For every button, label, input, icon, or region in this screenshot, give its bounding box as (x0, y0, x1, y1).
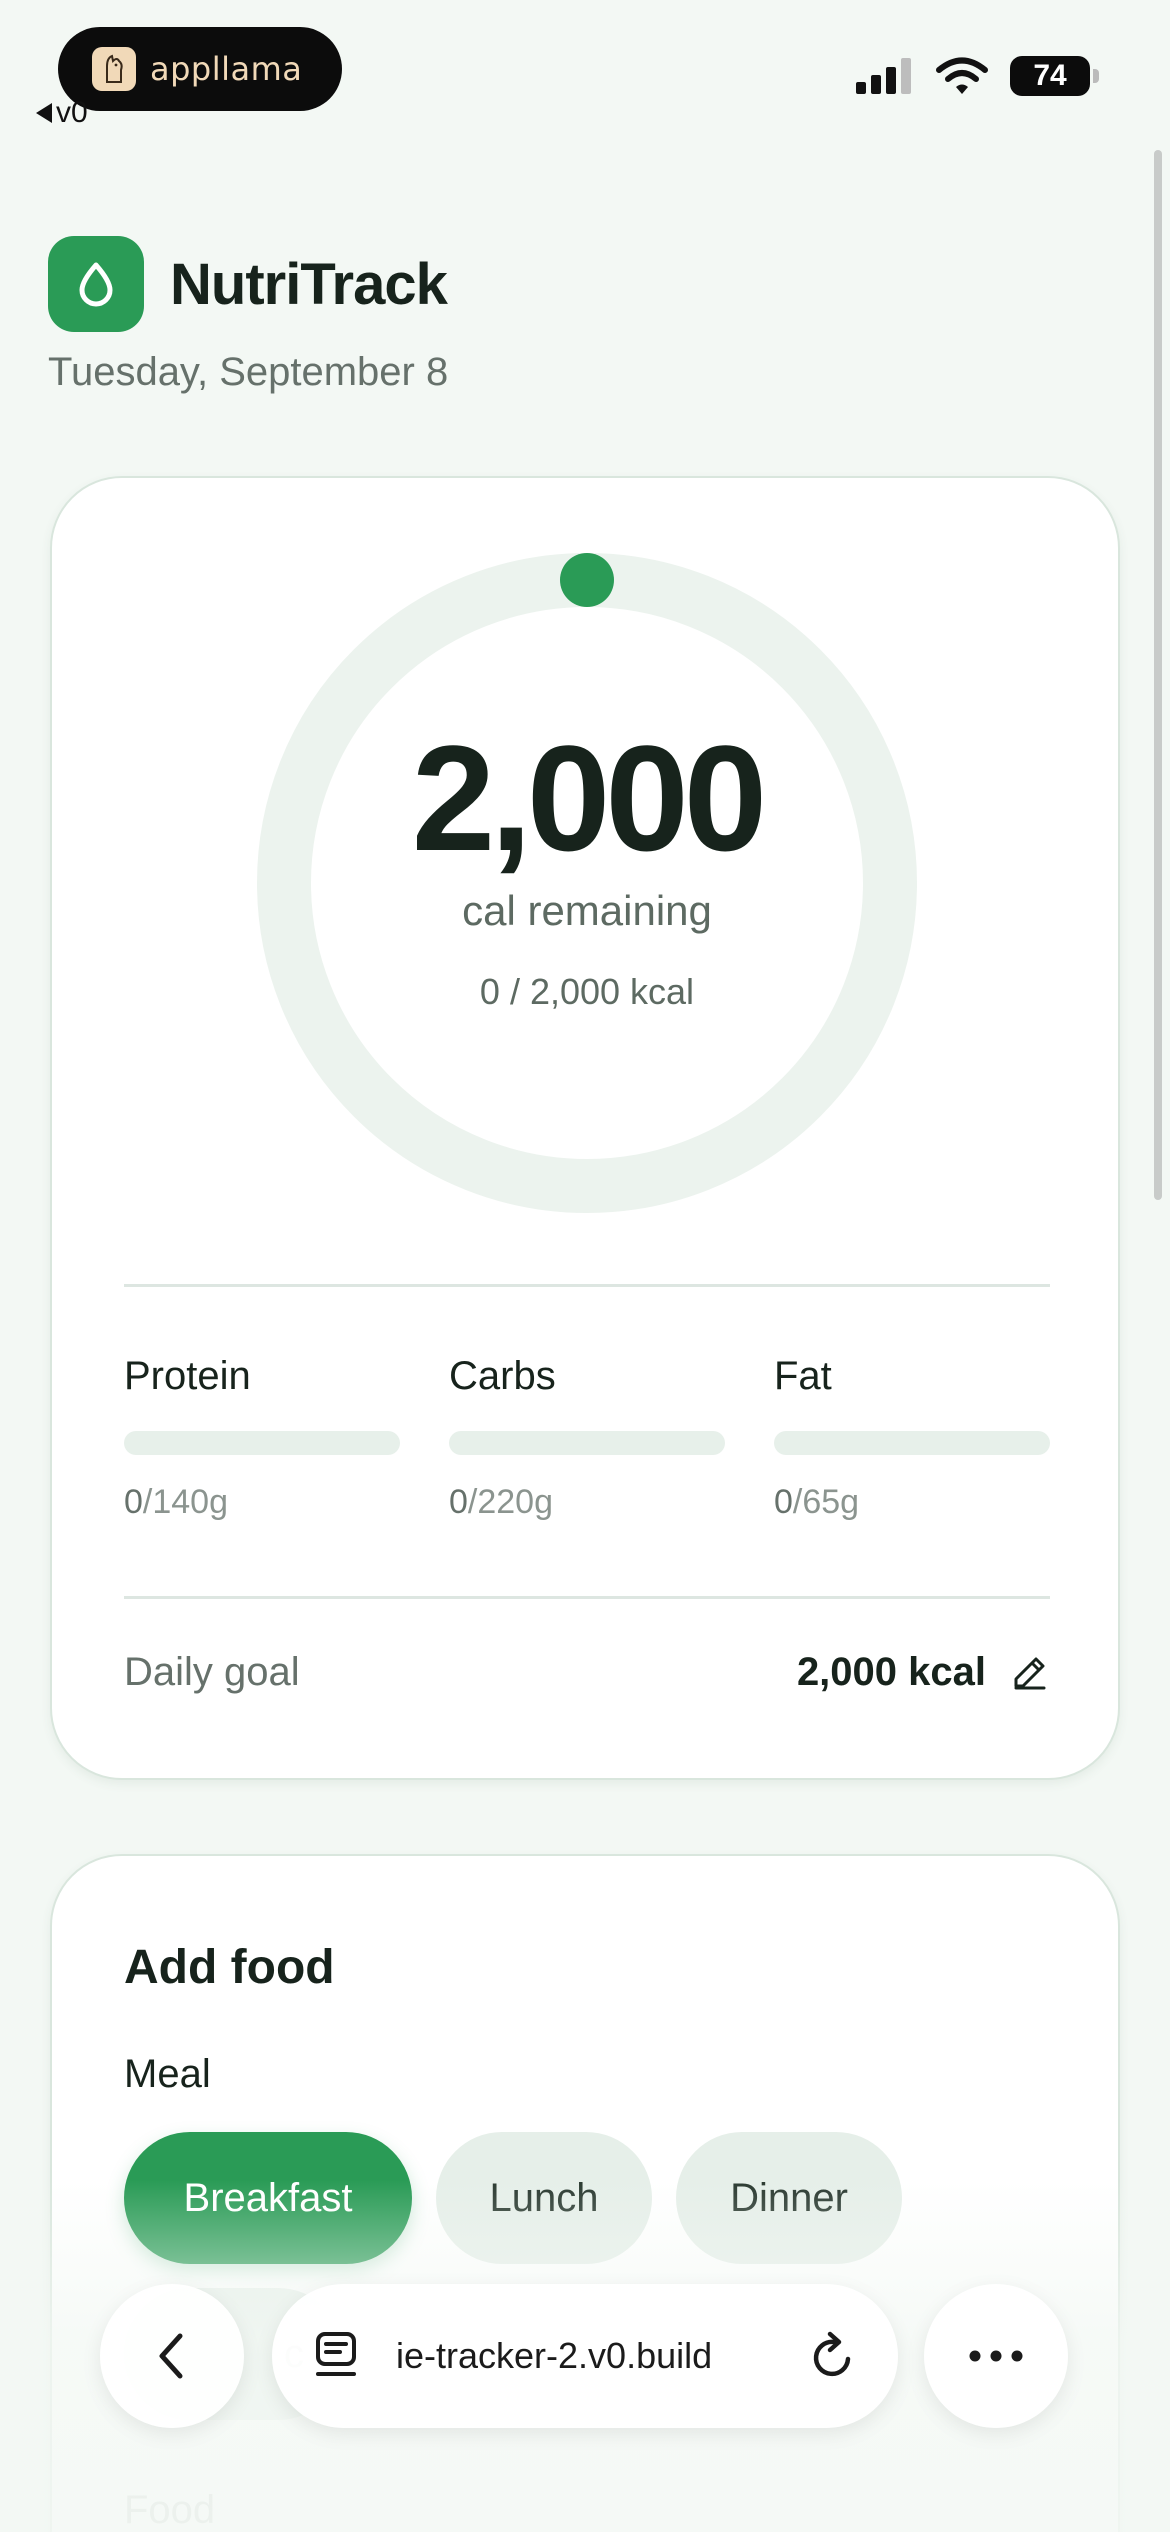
status-bar: appllama v0 74 (0, 0, 1170, 140)
calorie-ring: 2,000 cal remaining 0 / 2,000 kcal (256, 552, 918, 1214)
macro-target: /220g (467, 1483, 554, 1521)
reload-icon[interactable] (808, 2329, 858, 2383)
llama-icon (92, 47, 136, 91)
url-text: ie-tracker-2.v0.build (396, 2335, 713, 2376)
droplet-icon (48, 236, 144, 332)
ring-center: 2,000 cal remaining 0 / 2,000 kcal (256, 552, 918, 1214)
battery-indicator: 74 (1010, 56, 1099, 96)
macro-name: Fat (774, 1354, 832, 1398)
macro-name: Protein (124, 1354, 251, 1398)
back-to-v0-link[interactable]: v0 (36, 96, 88, 130)
divider (124, 1596, 1050, 1599)
meal-label: Meal (124, 2052, 211, 2096)
macro-name: Carbs (449, 1354, 556, 1398)
divider (124, 1284, 1050, 1287)
macro-target: /65g (792, 1483, 860, 1521)
macro-carbs: Carbs 0/220g (449, 1354, 725, 1522)
macro-amount: 0/220g (449, 1483, 725, 1522)
macro-amount: 0/140g (124, 1483, 400, 1522)
appllama-pill[interactable]: appllama (58, 27, 342, 111)
meal-chip-lunch[interactable]: Lunch (436, 2132, 652, 2264)
browser-more-button[interactable] (924, 2284, 1068, 2428)
macro-progress-bar (124, 1431, 400, 1455)
current-date: Tuesday, September 8 (48, 350, 449, 394)
cellular-signal-icon (856, 58, 911, 94)
calories-consumed-summary: 0 / 2,000 kcal (479, 971, 695, 1012)
page-title: NutriTrack (170, 251, 448, 317)
macro-progress-bar (774, 1431, 1050, 1455)
pencil-icon[interactable] (1008, 1652, 1050, 1694)
status-icons: 74 (856, 56, 1099, 96)
macro-fat: Fat 0/65g (774, 1354, 1050, 1522)
meal-chip-breakfast[interactable]: Breakfast (124, 2132, 412, 2264)
macro-current: 0 (449, 1483, 468, 1521)
browser-toolbar: ie-tracker-2.v0.build (0, 2284, 1170, 2432)
add-food-title: Add food (124, 1941, 335, 1994)
meal-selector: Breakfast Lunch Dinner (124, 2132, 902, 2264)
address-bar[interactable]: ie-tracker-2.v0.build (272, 2284, 898, 2428)
daily-goal-edit[interactable]: 2,000 kcal (797, 1650, 1050, 1695)
browser-back-button[interactable] (100, 2284, 244, 2428)
macro-target: /140g (142, 1483, 229, 1521)
macro-current: 0 (774, 1483, 793, 1521)
tabs-icon (316, 2332, 356, 2376)
back-triangle-icon (36, 103, 52, 123)
chevron-left-icon (159, 2333, 183, 2379)
macro-protein: Protein 0/140g (124, 1354, 400, 1522)
more-dots-icon (969, 2350, 1023, 2362)
food-label: Food (124, 2488, 216, 2532)
calories-remaining-value: 2,000 (411, 714, 767, 882)
macro-current: 0 (124, 1483, 143, 1521)
wifi-icon (936, 57, 988, 94)
page-scrollbar[interactable] (1154, 150, 1162, 1200)
macros-row: Protein 0/140g Carbs 0/220g Fat 0/65g (124, 1354, 1050, 1522)
daily-goal-label: Daily goal (124, 1650, 300, 1694)
macro-progress-bar (449, 1431, 725, 1455)
calorie-summary-card: 2,000 cal remaining 0 / 2,000 kcal Prote… (50, 476, 1120, 1780)
back-label: v0 (56, 96, 88, 129)
appllama-label: appllama (150, 50, 303, 88)
daily-goal-value: 2,000 kcal (796, 1650, 986, 1694)
meal-chip-dinner[interactable]: Dinner (676, 2132, 902, 2264)
calories-remaining-label: cal remaining (462, 887, 712, 934)
daily-goal-row: Daily goal 2,000 kcal (124, 1650, 1050, 1695)
app-header: NutriTrack (48, 236, 448, 332)
battery-level: 74 (1033, 59, 1067, 92)
macro-amount: 0/65g (774, 1483, 1050, 1522)
